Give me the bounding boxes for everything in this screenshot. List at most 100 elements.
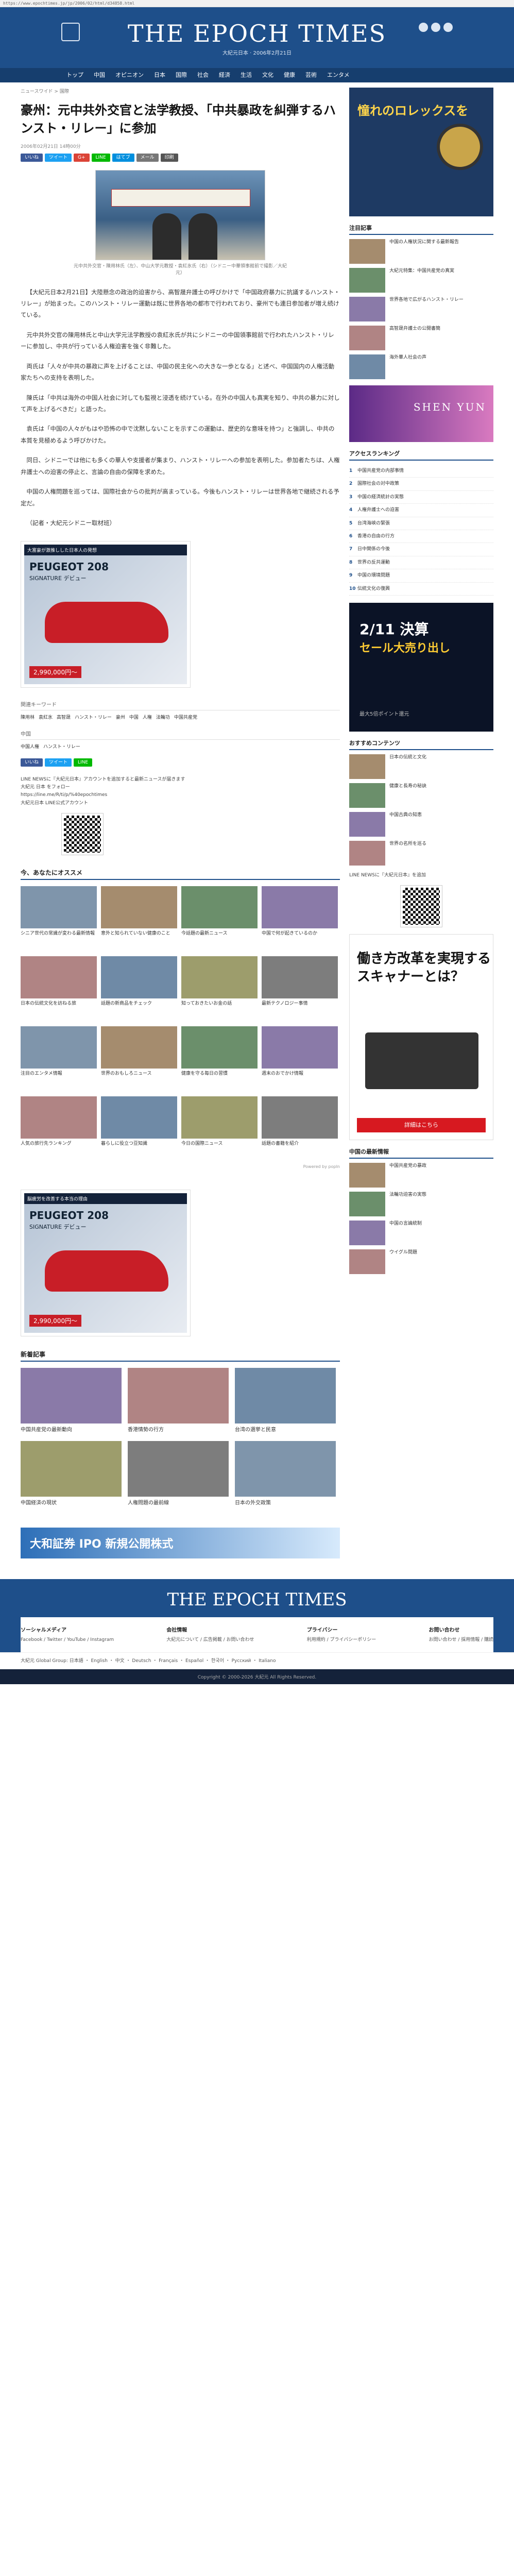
- sidebar-article[interactable]: 法輪功迫害の実態: [349, 1192, 493, 1217]
- recommend-card[interactable]: 暮らしに役立つ豆知識: [101, 1096, 177, 1161]
- ranking-item[interactable]: 10 伝統文化の復興: [349, 583, 493, 596]
- scanner-ad-button[interactable]: 詳細はこちら: [357, 1118, 486, 1133]
- search-icon[interactable]: [443, 23, 453, 32]
- footer-column-links[interactable]: Facebook / Twitter / YouTube / Instagram: [21, 1636, 114, 1644]
- site-logo[interactable]: THE EPOCH TIMES: [61, 20, 453, 47]
- share-line-button[interactable]: LINE: [74, 758, 93, 767]
- sidebar-article[interactable]: 高智晟弁護士の公開書簡: [349, 326, 493, 350]
- share-facebook-button[interactable]: いいね: [21, 758, 43, 767]
- tag-link[interactable]: ハンスト・リレー: [43, 744, 80, 750]
- inline-ad[interactable]: 大富豪が激推しした日本人の発想 PEUGEOT 208 SIGNATURE デビ…: [21, 541, 191, 688]
- ad-image[interactable]: PEUGEOT 208 SIGNATURE デビュー 2,990,000円〜: [24, 555, 187, 685]
- sidebar-line-text[interactable]: LINE NEWSに『大紀元日本』を追加: [349, 872, 493, 879]
- sidebar-article[interactable]: 中国の人権状況に関する最新報告: [349, 239, 493, 264]
- tag-link[interactable]: 人権: [143, 715, 152, 720]
- recommend-card[interactable]: 知っておきたいお金の話: [181, 956, 258, 1021]
- latest-card[interactable]: 人権問題の最前線: [128, 1440, 229, 1507]
- nav-item[interactable]: エンタメ: [322, 68, 355, 82]
- sidebar-article[interactable]: 中国古典の知恵: [349, 811, 493, 837]
- facebook-icon[interactable]: [419, 23, 428, 32]
- breadcrumb[interactable]: ニュースワイド > 国際: [21, 88, 340, 94]
- share-facebook-button[interactable]: いいね: [21, 153, 43, 162]
- tag-link[interactable]: 高智晟: [57, 715, 71, 720]
- ranking-item[interactable]: 2 国際社会の対中政策: [349, 478, 493, 491]
- nav-item[interactable]: 経済: [214, 68, 235, 82]
- ranking-item[interactable]: 3 中国の経済統計の実態: [349, 491, 493, 504]
- twitter-icon[interactable]: [431, 23, 440, 32]
- recommend-card[interactable]: 注目のエンタメ情報: [21, 1026, 97, 1091]
- ranking-item[interactable]: 4 人権弁護士への迫害: [349, 504, 493, 517]
- ranking-item[interactable]: 6 香港の自由の行方: [349, 530, 493, 544]
- sidebar-article[interactable]: 日本の伝統と文化: [349, 754, 493, 779]
- ranking-item[interactable]: 7 日中関係の今後: [349, 543, 493, 556]
- shen-yun-banner[interactable]: SHEN YUN: [349, 385, 493, 442]
- line-url[interactable]: https://line.me/R/ti/p/%40epochtimes: [21, 791, 340, 799]
- recommend-card[interactable]: 最新テクノロジー事情: [262, 956, 338, 1021]
- nav-item[interactable]: 生活: [235, 68, 257, 82]
- sidebar-top-ad[interactable]: 憧れのロレックスを: [349, 88, 493, 216]
- footer-column-links[interactable]: お問い合わせ / 採用情報 / 購読: [429, 1636, 493, 1644]
- nav-item[interactable]: トップ: [61, 68, 89, 82]
- bottom-ad[interactable]: 脳疲労を改善する本当の理由 PEUGEOT 208 SIGNATURE デビュー…: [21, 1189, 191, 1336]
- tag-link[interactable]: 中国: [129, 715, 139, 720]
- footer-links[interactable]: 大紀元 Global Group: 日本語 ・ English ・ 中文 ・ D…: [0, 1652, 514, 1670]
- latest-card[interactable]: 中国共産党の最新動向: [21, 1367, 122, 1434]
- nav-item[interactable]: 国際: [170, 68, 192, 82]
- share-line-button[interactable]: LINE: [91, 153, 110, 162]
- share-twitter-button[interactable]: ツイート: [45, 153, 72, 162]
- recommend-card[interactable]: 意外と知られていない健康のこと: [101, 886, 177, 951]
- tag-link[interactable]: 豪州: [116, 715, 125, 720]
- recommend-card[interactable]: 健康を守る毎日の習慣: [181, 1026, 258, 1091]
- sidebar-article[interactable]: 世界各地で広がるハンスト・リレー: [349, 297, 493, 321]
- ipo-ad[interactable]: 大和証券 IPO 新規公開株式: [21, 1527, 340, 1558]
- footer-column-links[interactable]: 大紀元について / 広告掲載 / お問い合わせ: [166, 1636, 254, 1644]
- recommend-card[interactable]: 日本の伝統文化を訪ねる旅: [21, 956, 97, 1021]
- footer-logo[interactable]: THE EPOCH TIMES: [0, 1579, 514, 1617]
- recommend-card[interactable]: 世界のおもしろニュース: [101, 1026, 177, 1091]
- recommend-card[interactable]: 今話題の最新ニュース: [181, 886, 258, 951]
- tag-link[interactable]: 法輪功: [156, 715, 170, 720]
- recommend-card[interactable]: 話題の新商品をチェック: [101, 956, 177, 1021]
- browser-url-bar[interactable]: https://www.epochtimes.jp/jp/2006/02/htm…: [0, 0, 514, 7]
- sidebar-article[interactable]: 世界の名所を巡る: [349, 840, 493, 866]
- recommend-card[interactable]: 今日の国際ニュース: [181, 1096, 258, 1161]
- nav-item[interactable]: 中国: [89, 68, 110, 82]
- share-mail-button[interactable]: メール: [136, 153, 159, 162]
- sidebar-article[interactable]: 中国共産党の暴政: [349, 1163, 493, 1188]
- sale-ad[interactable]: 2/11 決算 セール大売り出し 最大5倍ポイント還元: [349, 602, 493, 732]
- ranking-item[interactable]: 9 中国の環境問題: [349, 569, 493, 583]
- share-hatena-button[interactable]: はてブ: [112, 153, 134, 162]
- tag-link[interactable]: 中国人権: [21, 744, 39, 750]
- line-follow-label[interactable]: 大紀元 日本 をフォロー: [21, 784, 340, 791]
- share-twitter-button[interactable]: ツイート: [45, 758, 72, 767]
- ranking-item[interactable]: 1 中国共産党の内部事情: [349, 465, 493, 478]
- nav-item[interactable]: 社会: [192, 68, 214, 82]
- recommend-card[interactable]: 人気の旅行先ランキング: [21, 1096, 97, 1161]
- sidebar-article[interactable]: 海外華人社会の声: [349, 354, 493, 379]
- recommend-card[interactable]: シニア世代の常識が変わる最新情報: [21, 886, 97, 951]
- ad-header[interactable]: 大富豪が激推しした日本人の発想: [24, 545, 187, 556]
- print-button[interactable]: 印刷: [160, 153, 178, 162]
- nav-item[interactable]: 芸術: [300, 68, 322, 82]
- recommend-card[interactable]: 週末のおでかけ情報: [262, 1026, 338, 1091]
- nav-item[interactable]: オピニオン: [110, 68, 149, 82]
- nav-item[interactable]: 日本: [149, 68, 170, 82]
- scanner-ad[interactable]: 働き方改革を実現するスキャナーとは？ 詳細はこちら: [349, 934, 493, 1141]
- recommend-card[interactable]: 中国で何が起きているのか: [262, 886, 338, 951]
- sidebar-article[interactable]: 中国の言論統制: [349, 1221, 493, 1246]
- tag-link[interactable]: 陳用林: [21, 715, 35, 720]
- sidebar-article[interactable]: 健康と長寿の秘訣: [349, 783, 493, 808]
- nav-item[interactable]: 文化: [257, 68, 279, 82]
- ad-image[interactable]: PEUGEOT 208 SIGNATURE デビュー 2,990,000円〜: [24, 1204, 187, 1333]
- latest-card[interactable]: 日本の外交政策: [235, 1440, 336, 1507]
- sidebar-article[interactable]: 大紀元特集：中国共産党の真実: [349, 268, 493, 293]
- recommend-card[interactable]: 話題の書籍を紹介: [262, 1096, 338, 1161]
- sidebar-article[interactable]: ウイグル問題: [349, 1249, 493, 1275]
- ad-header[interactable]: 脳疲労を改善する本当の理由: [24, 1193, 187, 1204]
- nav-item[interactable]: 健康: [279, 68, 300, 82]
- share-google-button[interactable]: G+: [74, 153, 90, 162]
- ranking-item[interactable]: 8 世界の反共運動: [349, 556, 493, 570]
- footer-column-links[interactable]: 利用規約 / プライバシーポリシー: [307, 1636, 376, 1644]
- latest-card[interactable]: 中国経済の現状: [21, 1440, 122, 1507]
- tag-link[interactable]: 袁紅氷: [39, 715, 53, 720]
